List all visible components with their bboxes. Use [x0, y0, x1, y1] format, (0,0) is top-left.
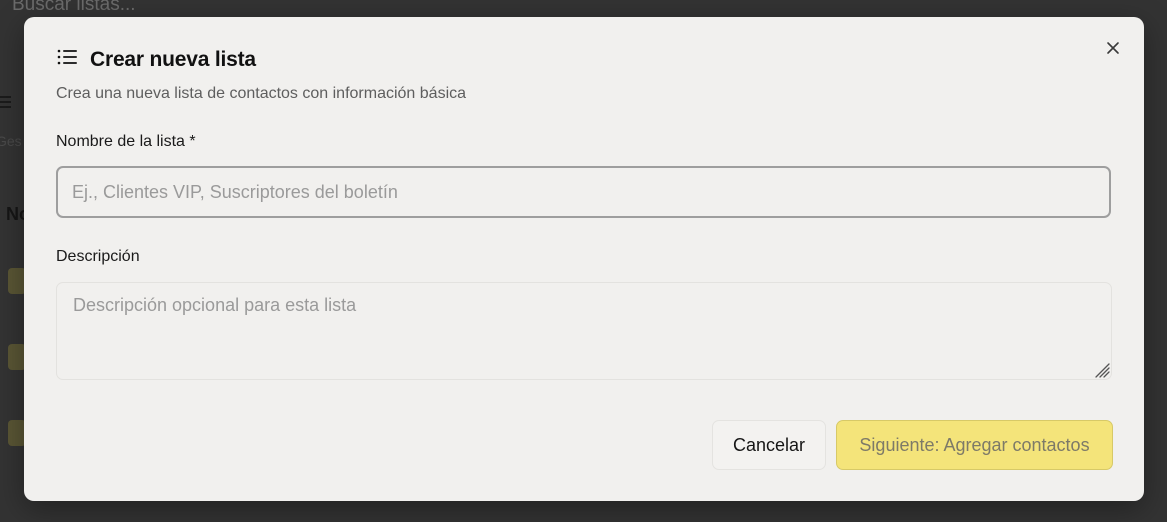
list-name-input[interactable] — [56, 166, 1111, 218]
background-text-fragment: Ges — [0, 133, 22, 149]
list-name-label: Nombre de la lista * — [56, 133, 196, 150]
dialog-subtitle: Crea una nueva lista de contactos con in… — [56, 85, 467, 102]
resize-handle-icon[interactable] — [1092, 360, 1110, 378]
description-textarea[interactable] — [56, 282, 1112, 380]
next-add-contacts-button[interactable]: Siguiente: Agregar contactos — [836, 420, 1113, 470]
background-search-text: Buscar listas... — [12, 0, 136, 15]
close-icon[interactable] — [1104, 39, 1122, 57]
list-icon — [56, 47, 80, 72]
description-label: Descripción — [56, 248, 140, 265]
dialog-header: Crear nueva lista — [56, 47, 256, 72]
dialog-title: Crear nueva lista — [90, 47, 256, 71]
create-list-dialog: Crear nueva lista Crea una nueva lista d… — [24, 17, 1144, 501]
cancel-button[interactable]: Cancelar — [712, 420, 826, 470]
background-menu-icon — [0, 96, 11, 110]
